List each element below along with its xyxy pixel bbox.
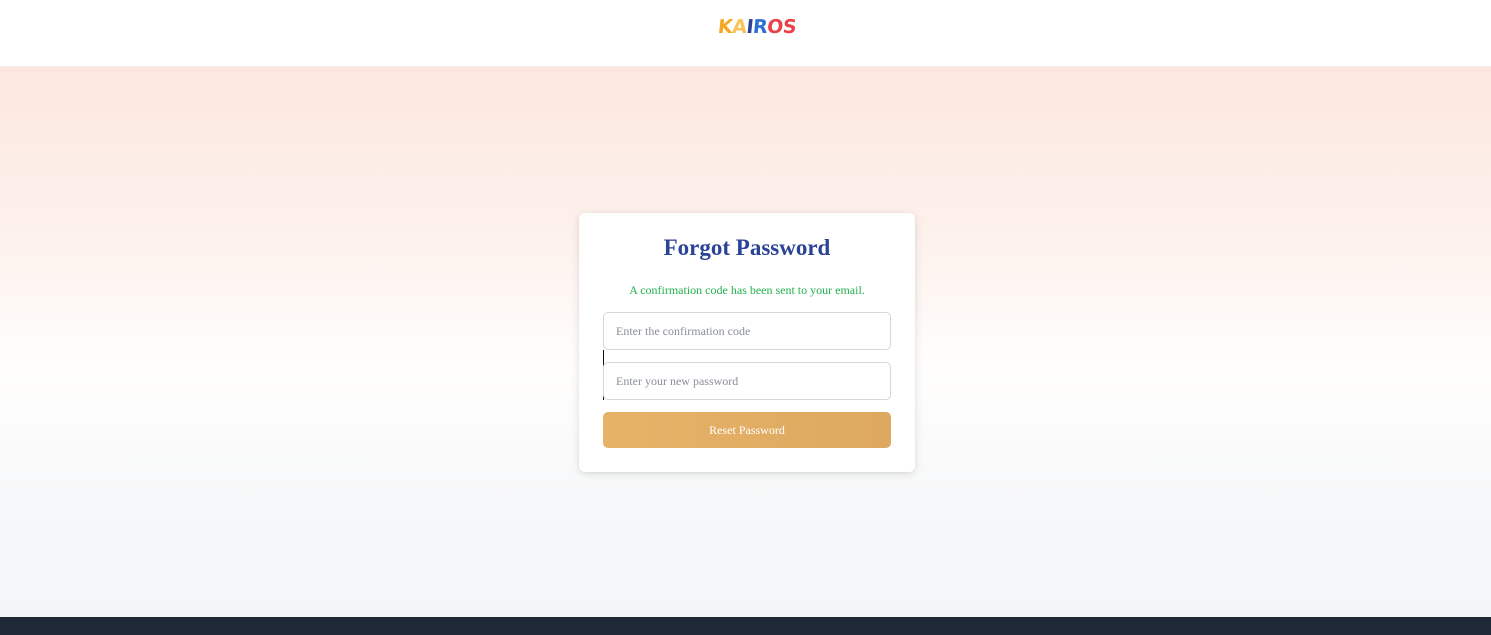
footer (0, 617, 1491, 635)
kairos-logo[interactable]: KAIROS (717, 14, 798, 40)
page-title: Forgot Password (663, 235, 831, 260)
confirmation-message: A confirmation code has been sent to you… (629, 283, 865, 297)
reset-password-button[interactable]: Reset Password (603, 412, 891, 448)
top-bar: KAIROS (0, 0, 1491, 67)
logo-letter: S (781, 16, 798, 38)
new-password-input[interactable] (603, 362, 891, 400)
confirmation-code-input[interactable] (603, 312, 891, 350)
forgot-password-card: Forgot Password A confirmation code has … (579, 213, 915, 472)
